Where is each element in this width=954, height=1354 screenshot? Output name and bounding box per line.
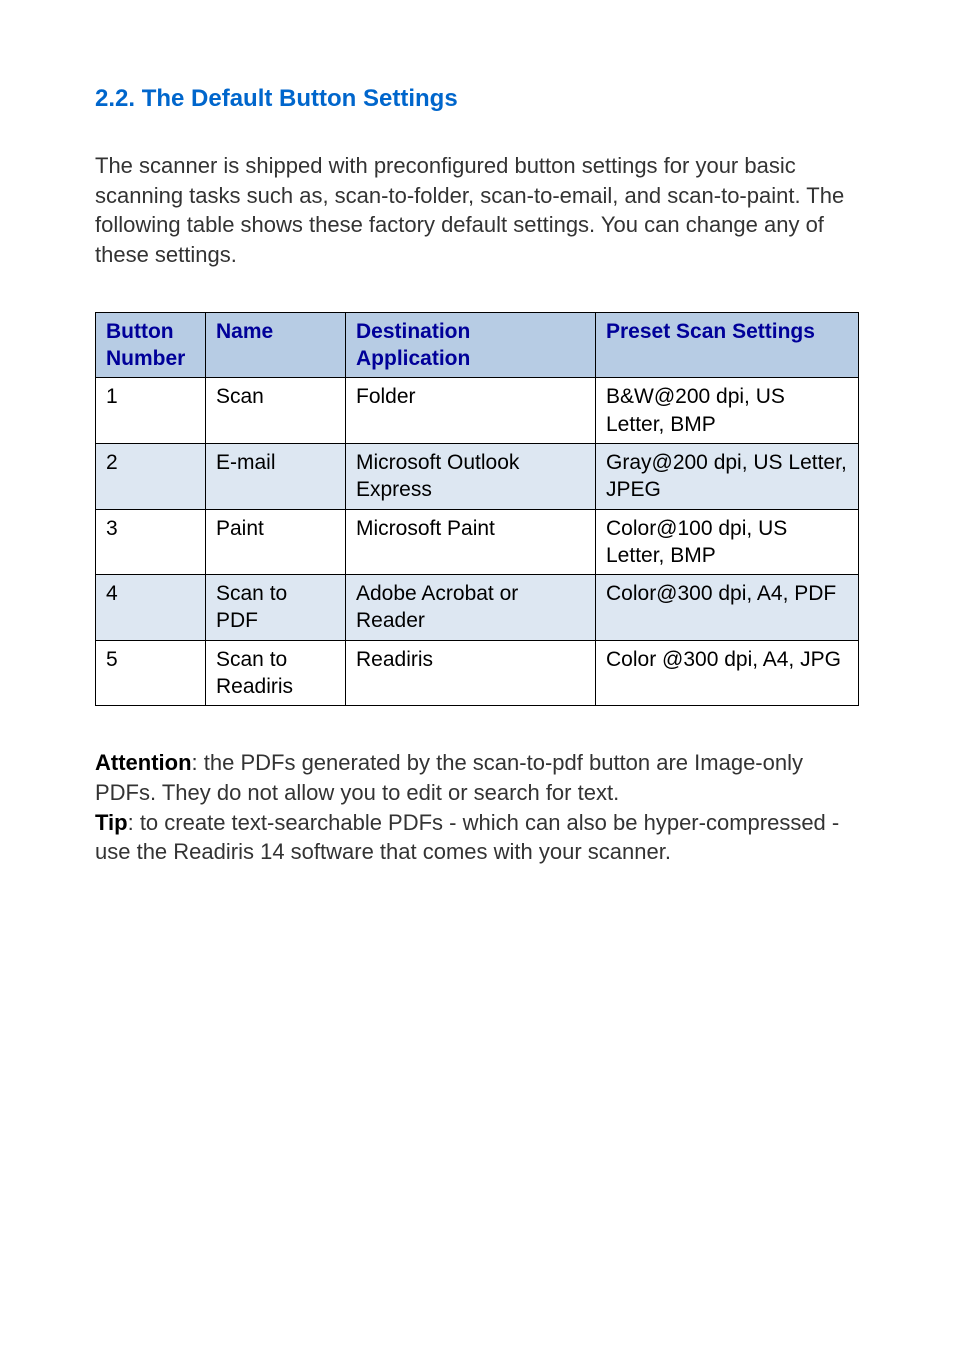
cell-number: 1 bbox=[96, 378, 206, 444]
table-row: 5 Scan to Readiris Readiris Color @300 d… bbox=[96, 640, 859, 706]
cell-destination: Folder bbox=[346, 378, 596, 444]
cell-name: E-mail bbox=[206, 443, 346, 509]
cell-destination: Microsoft Paint bbox=[346, 509, 596, 575]
tip-text: : to create text-searchable PDFs - which… bbox=[95, 810, 839, 865]
cell-preset: Color@100 dpi, US Letter, BMP bbox=[596, 509, 859, 575]
cell-number: 5 bbox=[96, 640, 206, 706]
table-row: 4 Scan to PDF Adobe Acrobat or Reader Co… bbox=[96, 575, 859, 641]
attention-text: : the PDFs generated by the scan-to-pdf … bbox=[95, 750, 803, 805]
table-row: 1 Scan Folder B&W@200 dpi, US Letter, BM… bbox=[96, 378, 859, 444]
notes-paragraph: Attention: the PDFs generated by the sca… bbox=[95, 748, 859, 867]
cell-name: Paint bbox=[206, 509, 346, 575]
default-settings-table: Button Number Name Destination Applicati… bbox=[95, 312, 859, 707]
cell-destination: Adobe Acrobat or Reader bbox=[346, 575, 596, 641]
section-heading: 2.2. The Default Button Settings bbox=[95, 85, 859, 113]
cell-name: Scan bbox=[206, 378, 346, 444]
cell-preset: Color@300 dpi, A4, PDF bbox=[596, 575, 859, 641]
cell-preset: B&W@200 dpi, US Letter, BMP bbox=[596, 378, 859, 444]
intro-paragraph: The scanner is shipped with preconfigure… bbox=[95, 151, 859, 270]
cell-destination: Readiris bbox=[346, 640, 596, 706]
cell-preset: Gray@200 dpi, US Letter, JPEG bbox=[596, 443, 859, 509]
table-header-name: Name bbox=[206, 312, 346, 378]
cell-name: Scan to Readiris bbox=[206, 640, 346, 706]
cell-number: 3 bbox=[96, 509, 206, 575]
cell-destination: Microsoft Outlook Express bbox=[346, 443, 596, 509]
cell-number: 2 bbox=[96, 443, 206, 509]
tip-label: Tip bbox=[95, 810, 128, 835]
cell-preset: Color @300 dpi, A4, JPG bbox=[596, 640, 859, 706]
cell-name: Scan to PDF bbox=[206, 575, 346, 641]
table-header-preset: Preset Scan Settings bbox=[596, 312, 859, 378]
table-header-number: Button Number bbox=[96, 312, 206, 378]
attention-label: Attention bbox=[95, 750, 192, 775]
table-row: 2 E-mail Microsoft Outlook Express Gray@… bbox=[96, 443, 859, 509]
table-row: 3 Paint Microsoft Paint Color@100 dpi, U… bbox=[96, 509, 859, 575]
table-header-destination: Destination Application bbox=[346, 312, 596, 378]
cell-number: 4 bbox=[96, 575, 206, 641]
